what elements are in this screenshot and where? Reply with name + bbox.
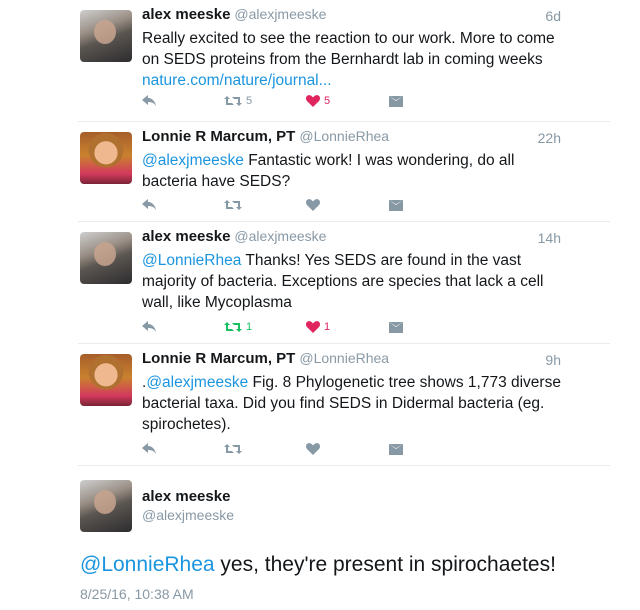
mention-link[interactable]: @alexjmeeske [146, 374, 248, 391]
message-button[interactable] [389, 318, 403, 336]
heart-icon [306, 95, 320, 107]
like-button[interactable] [306, 440, 320, 458]
tweet-text: .@alexjmeeske Fig. 8 Phylogenetic tree s… [142, 372, 572, 435]
timestamp[interactable]: 6d [545, 8, 561, 24]
avatar[interactable] [80, 10, 132, 62]
reply-icon [142, 95, 156, 106]
user-name[interactable]: Lonnie R Marcum, PT [142, 350, 295, 367]
avatar[interactable] [80, 132, 132, 184]
tweet-header: Lonnie R Marcum, PT @LonnieRhea [142, 350, 560, 368]
user-name[interactable]: Lonnie R Marcum, PT [142, 128, 295, 145]
message-button[interactable] [389, 92, 403, 110]
avatar[interactable] [80, 354, 132, 406]
like-button[interactable] [306, 196, 320, 214]
retweet-button[interactable]: 5 [224, 92, 252, 110]
mention-link[interactable]: @LonnieRhea [80, 553, 215, 576]
retweet-button[interactable]: 1 [224, 318, 252, 336]
user-name[interactable]: alex meeske [142, 6, 230, 23]
retweet-button[interactable] [224, 196, 242, 214]
user-name[interactable]: alex meeske [142, 228, 230, 245]
tweet-text: @LonnieRhea yes, they're present in spir… [80, 553, 556, 577]
reply-button[interactable] [142, 440, 157, 458]
message-button[interactable] [389, 196, 403, 214]
reply-icon [142, 199, 156, 210]
tweet-actions [142, 440, 412, 458]
tweet-body: yes, they're present in spirochaetes! [214, 553, 556, 576]
like-count: 1 [324, 321, 331, 333]
user-handle[interactable]: @LonnieRhea [299, 128, 389, 144]
retweet-count: 1 [246, 321, 253, 333]
tweet-header: alex meeske @alexjmeeske [142, 6, 560, 24]
reply-button[interactable] [142, 92, 157, 110]
timestamp[interactable]: 9h [545, 352, 561, 368]
user-handle[interactable]: @alexjmeeske [234, 228, 326, 244]
tweet-body: Really excited to see the reaction to ou… [142, 30, 555, 68]
timestamp[interactable]: 22h [538, 130, 561, 146]
avatar[interactable] [80, 232, 132, 284]
mention-link[interactable]: @LonnieRhea [142, 252, 241, 269]
heart-icon [306, 199, 320, 211]
reply-button[interactable] [142, 318, 157, 336]
tweet-date: 8/25/16, 10:38 AM [80, 586, 194, 602]
divider [78, 465, 610, 466]
like-count: 5 [324, 95, 331, 107]
focused-tweet: alex meeske @alexjmeeske @LonnieRhea yes… [0, 478, 640, 610]
tweet-actions [142, 196, 412, 214]
user-handle[interactable]: @alexjmeeske [234, 6, 326, 22]
retweet-icon [224, 322, 242, 332]
tweet-link[interactable]: nature.com/nature/journal... [142, 72, 332, 89]
timestamp[interactable]: 14h [538, 230, 561, 246]
tweet-text: @LonnieRhea Thanks! Yes SEDS are found i… [142, 250, 572, 313]
heart-icon [306, 321, 320, 333]
tweet-header: alex meeske @alexjmeeske [142, 228, 560, 246]
tweet-item[interactable]: alex meeske @alexjmeeske 6d Really excite… [0, 0, 640, 122]
like-button[interactable]: 5 [306, 92, 330, 110]
tweet-actions: 1 1 [142, 318, 412, 336]
user-name[interactable]: alex meeske [142, 488, 230, 505]
tweet-header: Lonnie R Marcum, PT @LonnieRhea [142, 128, 560, 146]
retweet-icon [224, 200, 242, 210]
retweet-count: 5 [246, 95, 253, 107]
retweet-icon [224, 444, 242, 454]
message-button[interactable] [389, 440, 403, 458]
reply-icon [142, 321, 156, 332]
retweet-icon [224, 96, 242, 106]
envelope-icon [389, 321, 403, 333]
reply-icon [142, 443, 156, 454]
tweet-text: Really excited to see the reaction to ou… [142, 28, 572, 91]
envelope-icon [389, 443, 403, 455]
user-handle[interactable]: @LonnieRhea [299, 350, 389, 366]
envelope-icon [389, 95, 403, 107]
tweet-text: @alexjmeeske Fantastic work! I was wonde… [142, 150, 572, 192]
tweet-item[interactable]: alex meeske @alexjmeeske 14h @LonnieRhea … [0, 222, 640, 344]
user-handle[interactable]: @alexjmeeske [142, 507, 234, 523]
heart-icon [306, 443, 320, 455]
reply-button[interactable] [142, 196, 157, 214]
avatar[interactable] [80, 480, 132, 532]
like-button[interactable]: 1 [306, 318, 330, 336]
tweet-item[interactable]: Lonnie R Marcum, PT @LonnieRhea 9h .@alex… [0, 344, 640, 466]
tweet-actions: 5 5 [142, 92, 412, 110]
envelope-icon [389, 199, 403, 211]
mention-link[interactable]: @alexjmeeske [142, 152, 244, 169]
retweet-button[interactable] [224, 440, 242, 458]
